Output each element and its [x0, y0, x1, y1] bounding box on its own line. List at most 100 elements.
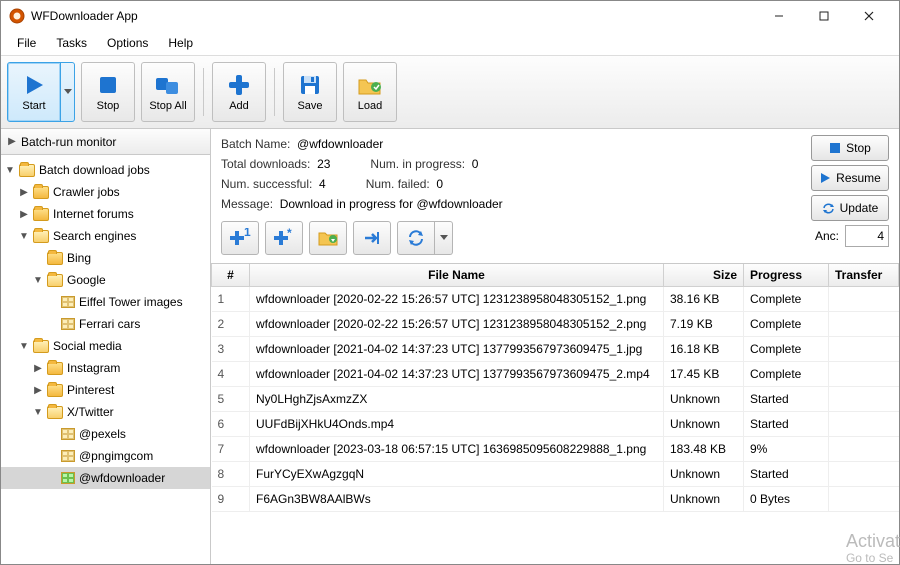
cell-progress: Started [744, 412, 829, 437]
batch-info: Batch Name: @wfdownloader Total download… [211, 129, 899, 217]
folder-open-icon [47, 274, 63, 287]
tree-wfdownloader[interactable]: @wfdownloader [1, 467, 210, 489]
tree-bing[interactable]: Bing [1, 247, 210, 269]
export-button[interactable] [353, 221, 391, 255]
folder-icon [47, 384, 63, 397]
tree-pinterest[interactable]: ▶Pinterest [1, 379, 210, 401]
batch-stop-button[interactable]: Stop [811, 135, 889, 161]
play-icon [21, 72, 47, 98]
tree-forums[interactable]: ▶Internet forums [1, 203, 210, 225]
refresh-icon [822, 202, 835, 215]
menu-file[interactable]: File [7, 33, 46, 53]
folder-icon [33, 208, 49, 221]
tree-batch-jobs[interactable]: ▼Batch download jobs [1, 159, 210, 181]
minimize-button[interactable] [756, 1, 801, 31]
col-size[interactable]: Size [664, 264, 744, 287]
batch-resume-button[interactable]: Resume [811, 165, 889, 191]
menu-tasks[interactable]: Tasks [46, 33, 97, 53]
sidebar-header[interactable]: ▶ Batch-run monitor [1, 129, 210, 155]
cell-filename: F6AGn3BW8AAlBWs [250, 487, 664, 512]
batch-update-button[interactable]: Update [811, 195, 889, 221]
cell-size: 7.19 KB [664, 312, 744, 337]
stopall-button[interactable]: Stop All [141, 62, 195, 122]
chevron-down-icon: ▼ [19, 231, 29, 242]
tree: ▼Batch download jobs ▶Crawler jobs ▶Inte… [1, 155, 210, 564]
close-button[interactable] [846, 1, 891, 31]
tree-label: X/Twitter [67, 405, 114, 419]
tree-label: Instagram [67, 361, 120, 375]
cell-size: 16.18 KB [664, 337, 744, 362]
table-row[interactable]: 7wfdownloader [2023-03-18 06:57:15 UTC] … [212, 437, 899, 462]
col-transfer[interactable]: Transfer [829, 264, 899, 287]
stop-icon [829, 142, 841, 154]
col-progress[interactable]: Progress [744, 264, 829, 287]
save-button[interactable]: Save [283, 62, 337, 122]
tree-social[interactable]: ▼Social media [1, 335, 210, 357]
folder-open-icon [19, 164, 35, 177]
tree-xtwitter[interactable]: ▼ X/Twitter [1, 401, 210, 423]
tree-eiffel[interactable]: Eiffel Tower images [1, 291, 210, 313]
batch-resume-label: Resume [836, 171, 881, 185]
menu-help[interactable]: Help [158, 33, 203, 53]
tree-ferrari[interactable]: Ferrari cars [1, 313, 210, 335]
cell-filename: UUFdBijXHkU4Onds.mp4 [250, 412, 664, 437]
tree-crawler[interactable]: ▶Crawler jobs [1, 181, 210, 203]
tree-search[interactable]: ▼ Search engines [1, 225, 210, 247]
cell-filename: wfdownloader [2021-04-02 14:37:23 UTC] 1… [250, 337, 664, 362]
cell-progress: Started [744, 387, 829, 412]
chevron-down-icon: ▼ [33, 407, 43, 418]
col-filename[interactable]: File Name [250, 264, 664, 287]
table-row[interactable]: 3wfdownloader [2021-04-02 14:37:23 UTC] … [212, 337, 899, 362]
maximize-button[interactable] [801, 1, 846, 31]
start-dropdown[interactable] [61, 62, 75, 122]
tree-label: Batch download jobs [39, 163, 150, 177]
add-one-button[interactable]: 1 [221, 221, 259, 255]
chevron-right-icon: ▶ [7, 136, 17, 147]
table-row[interactable]: 8FurYCyEXwAgzgqNUnknownStarted [212, 462, 899, 487]
window-title: WFDownloader App [31, 9, 756, 23]
tree-instagram[interactable]: ▶Instagram [1, 357, 210, 379]
download-table-wrap[interactable]: # File Name Size Progress Transfer 1wfdo… [211, 263, 899, 564]
stop-button[interactable]: Stop [81, 62, 135, 122]
succ-value: 4 [319, 177, 326, 191]
menu-options[interactable]: Options [97, 33, 158, 53]
tree-pexels[interactable]: @pexels [1, 423, 210, 445]
table-row[interactable]: 6UUFdBijXHkU4Onds.mp4UnknownStarted [212, 412, 899, 437]
tree-google[interactable]: ▼Google [1, 269, 210, 291]
anc-input[interactable] [845, 225, 889, 247]
tree-pngimg[interactable]: @pngimgcom [1, 445, 210, 467]
batch-stop-label: Stop [846, 141, 871, 155]
sidebar-header-label: Batch-run monitor [21, 135, 116, 149]
batch-name-value: @wfdownloader [297, 137, 383, 151]
cell-number: 4 [212, 362, 250, 387]
start-button[interactable]: Start [7, 62, 61, 122]
add-multi-button[interactable]: * [265, 221, 303, 255]
table-row[interactable]: 4wfdownloader [2021-04-02 14:37:23 UTC] … [212, 362, 899, 387]
table-row[interactable]: 2wfdownloader [2020-02-22 15:26:57 UTC] … [212, 312, 899, 337]
col-number[interactable]: # [212, 264, 250, 287]
table-row[interactable]: 9F6AGn3BW8AAlBWsUnknown0 Bytes [212, 487, 899, 512]
message-value: Download in progress for @wfdownloader [280, 197, 503, 211]
fail-value: 0 [436, 177, 443, 191]
load-label: Load [358, 100, 382, 112]
refresh-dropdown[interactable] [435, 221, 453, 255]
add-button[interactable]: Add [212, 62, 266, 122]
grid-icon [61, 450, 75, 462]
folder-icon [33, 186, 49, 199]
grid-active-icon [61, 472, 75, 484]
refresh-button[interactable] [397, 221, 435, 255]
folder-icon [47, 362, 63, 375]
batch-name-label: Batch Name: [221, 137, 290, 151]
table-row[interactable]: 1wfdownloader [2020-02-22 15:26:57 UTC] … [212, 287, 899, 312]
tree-label: Search engines [53, 229, 136, 243]
cell-progress: Complete [744, 362, 829, 387]
open-folder-button[interactable] [309, 221, 347, 255]
cell-progress: Complete [744, 287, 829, 312]
tree-label: Internet forums [53, 207, 134, 221]
cell-transfer [829, 362, 899, 387]
cell-transfer [829, 337, 899, 362]
app-icon [9, 8, 25, 24]
load-button[interactable]: Load [343, 62, 397, 122]
table-row[interactable]: 5Ny0LHghZjsAxmzZXUnknownStarted [212, 387, 899, 412]
cell-progress: 0 Bytes [744, 487, 829, 512]
